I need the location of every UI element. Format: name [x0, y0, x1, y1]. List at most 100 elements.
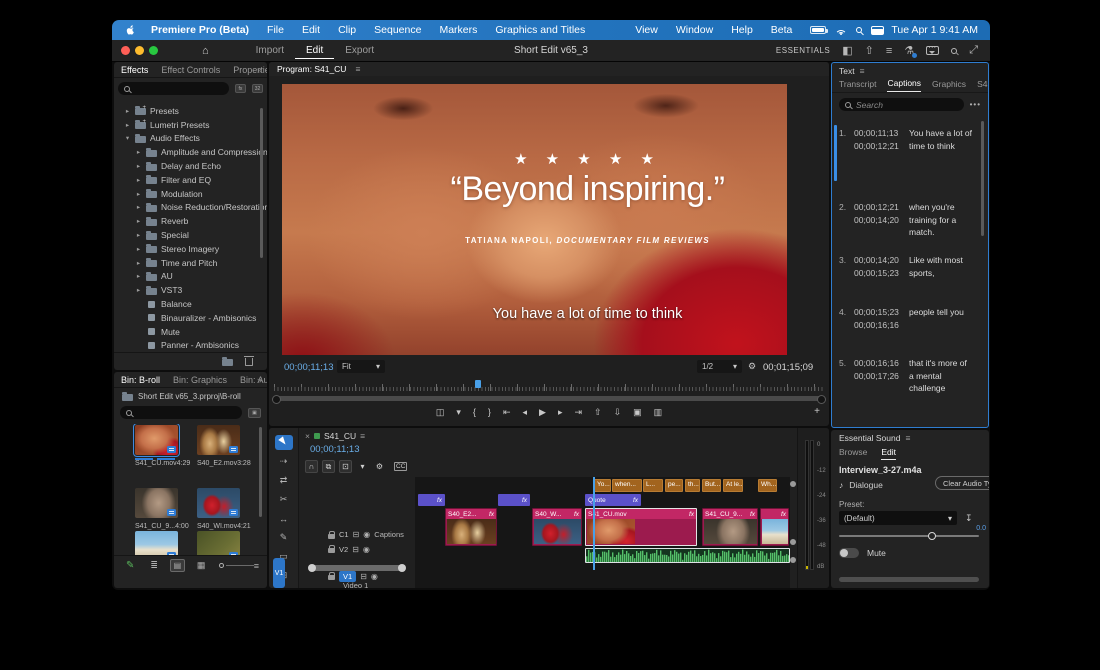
caption-clip[interactable]: th... [685, 479, 700, 492]
caption-clip[interactable]: Yo... [594, 479, 611, 492]
workspaces-icon[interactable]: ◧ [842, 44, 852, 57]
effects-tree-item[interactable]: ▾ Audio Effects [114, 132, 267, 146]
lift-button[interactable]: ⇧ [594, 407, 602, 418]
bin-breadcrumb[interactable]: Short Edit v65_3.prproj\B-roll [138, 392, 241, 401]
video-clip[interactable]: S41_CU_9...fx [702, 508, 758, 546]
track-select-forward-tool[interactable]: ⇢ [275, 454, 293, 469]
video-clip[interactable]: fx [760, 508, 789, 546]
ripple-edit-tool[interactable]: ⇄ [275, 473, 293, 488]
v2-track-id[interactable]: V2 [339, 545, 348, 554]
sequence-tab[interactable]: S41_CU [324, 431, 356, 441]
caption-list-item[interactable]: 2. 00;00;12;2100;00;14;20 when you're tr… [839, 201, 972, 239]
comparison-view-button[interactable]: ◫ [436, 407, 445, 418]
effects-tree-item[interactable]: ▸ Time and Pitch [114, 256, 267, 270]
essential-sound-tab[interactable]: Edit [881, 447, 896, 460]
header-nav-tab[interactable]: Export [334, 42, 385, 59]
32bpc-filter-icon[interactable]: 32 [252, 84, 263, 93]
program-video-frame[interactable]: ★ ★ ★ ★ ★ “Beyond inspiring.” TATIANA NA… [282, 84, 787, 355]
effects-tree-item[interactable]: Panner - Ambisonics [114, 339, 267, 350]
add-marker-button[interactable]: ▾ [456, 407, 461, 418]
home-icon[interactable]: ⌂ [202, 45, 209, 57]
caption-list-item[interactable]: 3. 00;00;14;2000;00;15;23 Like with most… [839, 254, 972, 279]
chevron-icon[interactable]: ▸ [135, 217, 142, 225]
edit-pencil-icon[interactable]: ✎ [126, 560, 134, 571]
progress-dashboard-icon[interactable]: ≡ [886, 45, 892, 57]
effects-tree-item[interactable]: ▸ Special [114, 228, 267, 242]
apple-menu-icon[interactable] [124, 24, 136, 37]
header-nav-tab[interactable]: Import [245, 42, 295, 59]
clip-thumbnail[interactable] [197, 531, 240, 555]
caption-list-item[interactable]: 5. 00;00;16;1600;00;17;26 that it's more… [839, 357, 972, 395]
effects-tree-item[interactable]: ▸ Noise Reduction/Restoration [114, 201, 267, 215]
video-clip[interactable]: S40_W...fx [532, 508, 582, 546]
menubar-item[interactable]: Clip [329, 24, 365, 36]
text-panel-tab[interactable]: Captions [887, 78, 921, 92]
caption-track-id[interactable]: C1 [339, 530, 349, 539]
spotlight-search-icon[interactable] [856, 27, 862, 33]
graphic-clip[interactable]: fx [498, 494, 530, 506]
sync-lock-icon[interactable]: ⊟ [360, 572, 367, 581]
zoom-slider-knob[interactable] [219, 563, 224, 568]
panel-menu-icon[interactable]: ≡ [360, 431, 365, 441]
caption-clip[interactable]: pe... [665, 479, 683, 492]
sync-lock-icon[interactable]: ⊟ [353, 530, 360, 539]
more-options-icon[interactable]: ••• [970, 100, 981, 109]
caption-clip[interactable]: when... [612, 479, 642, 492]
playback-resolution-select[interactable]: 1/2▾ [697, 360, 742, 373]
chevron-icon[interactable]: ▸ [135, 162, 142, 170]
effects-tree-item[interactable]: Binauralizer - Ambisonics [114, 311, 267, 325]
chevron-icon[interactable]: ▸ [135, 203, 142, 211]
eye-icon[interactable]: ◉ [363, 530, 370, 539]
menubar-item[interactable]: View [626, 24, 667, 36]
slip-tool[interactable]: ↔ [275, 511, 293, 526]
razor-tool[interactable]: ✂ [275, 492, 293, 507]
fullscreen-icon[interactable]: ⤢ [969, 44, 978, 57]
menubar-item[interactable]: Sequence [365, 24, 430, 36]
chevron-icon[interactable]: ▸ [135, 190, 142, 198]
quick-export-icon[interactable]: ⇧ [865, 44, 874, 57]
panel-tab[interactable]: Effect Controls [161, 65, 220, 75]
bin-clip[interactable]: S41_CU_9...4:00 [135, 488, 178, 530]
beta-feedback-icon[interactable]: ⚗ [904, 44, 914, 57]
menubar-item[interactable]: Window [667, 24, 722, 36]
caption-timecodes[interactable]: 00;00;14;2000;00;15;23 [854, 254, 909, 279]
program-scrollbar[interactable] [274, 396, 824, 401]
eye-icon[interactable]: ◉ [363, 545, 370, 554]
clip-thumbnail[interactable] [197, 425, 240, 455]
battery-icon[interactable] [810, 26, 826, 34]
go-to-out-button[interactable]: ⇥ [574, 407, 582, 418]
lock-icon[interactable] [328, 575, 335, 580]
caption-list-item[interactable]: 4. 00;00;15;2300;00;16;16 people tell yo… [839, 306, 972, 331]
menubar-clock[interactable]: Tue Apr 1 9:41 AM [891, 24, 978, 36]
panel-menu-icon[interactable]: ≡ [860, 66, 865, 76]
step-forward-button[interactable]: ▸ [558, 407, 563, 418]
essential-sound-tab[interactable]: Browse [839, 447, 867, 460]
bin-scrollbar[interactable] [259, 427, 262, 517]
bin-tab[interactable]: Bin: Au [240, 375, 267, 385]
menubar-item[interactable]: Graphics and Titles [486, 24, 594, 36]
program-monitor-tab[interactable]: Program: S41_CU [277, 64, 346, 74]
effects-tree-item[interactable]: ▸ Stereo Imagery [114, 242, 267, 256]
monitor-settings-wrench-icon[interactable]: ⚙ [748, 361, 756, 372]
caption-text[interactable]: that it's more of a mental challenge [909, 357, 972, 395]
caption-search-input[interactable]: Search [839, 98, 964, 111]
comments-icon[interactable] [926, 46, 939, 55]
timeline-settings-wrench-icon[interactable]: ⚙ [373, 460, 386, 473]
chevron-icon[interactable]: ▸ [135, 259, 142, 267]
clip-thumbnail[interactable] [135, 531, 178, 555]
bin-tab[interactable]: Bin: Graphics [173, 375, 227, 385]
bin-clip[interactable] [135, 531, 178, 555]
caption-timecodes[interactable]: 00;00;15;2300;00;16;16 [854, 306, 909, 331]
effects-tree-item[interactable]: ▸ Lumetri Presets [114, 118, 267, 132]
search-bin-icon[interactable]: ▣ [248, 408, 261, 418]
nested-sequence-icon[interactable]: ⊡ [339, 460, 352, 473]
button-editor-plus[interactable]: + [814, 406, 820, 417]
mark-out-button[interactable]: } [488, 407, 491, 417]
minimize-window-button[interactable] [135, 46, 144, 55]
effects-tree-item[interactable]: ▸ AU [114, 270, 267, 284]
eye-icon[interactable]: ◉ [371, 572, 378, 581]
timeline-timecode[interactable]: 00;00;11;13 [310, 444, 359, 455]
linked-selection-icon[interactable]: ⧉ [322, 460, 335, 473]
timeline-playhead[interactable] [593, 477, 595, 570]
timeline-horizontal-scrollbar[interactable] [310, 565, 404, 571]
